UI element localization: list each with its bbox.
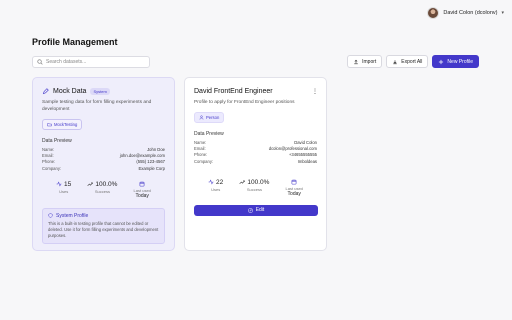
export-label: Export All [401,58,423,65]
card-description: Profile to apply for FrontEnd Engineer p… [194,100,295,105]
system-profile-text: This is a built-in testing profile that … [48,220,159,238]
user-icon [199,115,204,120]
stat-success: 100.0% Success [239,179,269,197]
search-input[interactable] [46,59,146,65]
upload-icon [354,59,358,64]
success-label: Success [246,186,262,192]
system-profile-title: System Profile [56,212,89,219]
export-all-button[interactable]: Export All [386,55,429,68]
pencil-icon [42,87,49,94]
trending-up-icon [239,180,246,185]
download-icon [393,59,398,64]
edit-icon [248,208,253,213]
search-icon [37,59,43,65]
data-preview: Name: John Doe Email: john.doe@example.com… [42,147,165,172]
system-badge: System [90,87,110,95]
chevron-down-icon[interactable]: ▾ [501,10,504,16]
uses-label: Uses [211,186,221,192]
system-profile-notice: System Profile This is a built-in testin… [42,207,165,244]
user-menu[interactable]: David Colon (dcolonv) ▾ [427,7,504,19]
last-used-value: Today [287,190,301,197]
new-profile-label: New Profile [447,58,473,65]
toolbar-actions: Import Export All New Profile [347,55,479,68]
success-value: 100.0% [247,178,270,186]
avatar[interactable] [427,7,440,19]
calendar-icon [291,179,297,185]
card-description: Sample testing data for form filling exp… [42,100,152,112]
profile-card-david-frontend[interactable]: David FrontEnd Engineer ⋮ Profile to app… [184,77,327,251]
stat-success: 100.0% Success [87,181,117,199]
edit-label: Edit [255,207,265,214]
field-value: Example Corp [138,165,165,171]
trending-up-icon [87,182,94,187]
field-key: Company: [194,158,214,164]
plus-icon [439,59,444,64]
user-name: David Colon (dcolonv) [443,10,498,16]
uses-value: 15 [64,180,72,188]
stats-row: 15 Uses 100.0% Success Last used Today [42,181,165,199]
import-button[interactable]: Import [347,55,383,68]
stats-row: 22 Uses 100.0% Success Last used Today [194,179,317,197]
import-label: Import [362,58,377,65]
tag-chip: MockTesting [42,119,83,130]
edit-button[interactable]: Edit [194,204,318,216]
last-used-value: Today [135,192,149,199]
success-value: 100.0% [95,180,118,188]
tag-label: Person [206,115,220,120]
data-preview-label: Data Preview [42,138,72,144]
stat-uses: 15 Uses [56,181,71,199]
tag-chip: Person [194,112,225,123]
field-key: Company: [42,165,62,171]
data-preview: Name: David Colon Email: dcolon@profession… [194,140,317,165]
stat-uses: 22 Uses [208,179,223,197]
stat-last-used: Last used Today [286,179,303,197]
field-row: Company: Imboldeas [194,159,317,165]
page-title: Profile Management [32,37,118,47]
data-preview-label: Data Preview [194,131,224,137]
stat-last-used: Last used Today [134,181,151,199]
card-title: Mock Data [53,87,87,95]
more-options-icon[interactable]: ⋮ [312,88,318,95]
activity-icon [56,181,62,187]
uses-label: Uses [59,188,69,194]
new-profile-button[interactable]: New Profile [432,55,479,68]
card-title: David FrontEnd Engineer [194,87,273,95]
tag-label: MockTesting [54,122,78,127]
folder-icon [47,123,52,127]
field-row: Company: Example Corp [42,166,165,172]
search-box[interactable] [32,56,150,68]
field-value: Imboldeas [297,158,317,164]
calendar-icon [139,181,145,187]
uses-value: 22 [216,178,224,186]
activity-icon [208,179,214,185]
shield-icon [48,213,53,219]
profile-card-mock-data[interactable]: Mock Data System Sample testing data for… [32,77,175,251]
success-label: Success [94,188,110,194]
top-bar: David Colon (dcolonv) ▾ [0,0,512,26]
